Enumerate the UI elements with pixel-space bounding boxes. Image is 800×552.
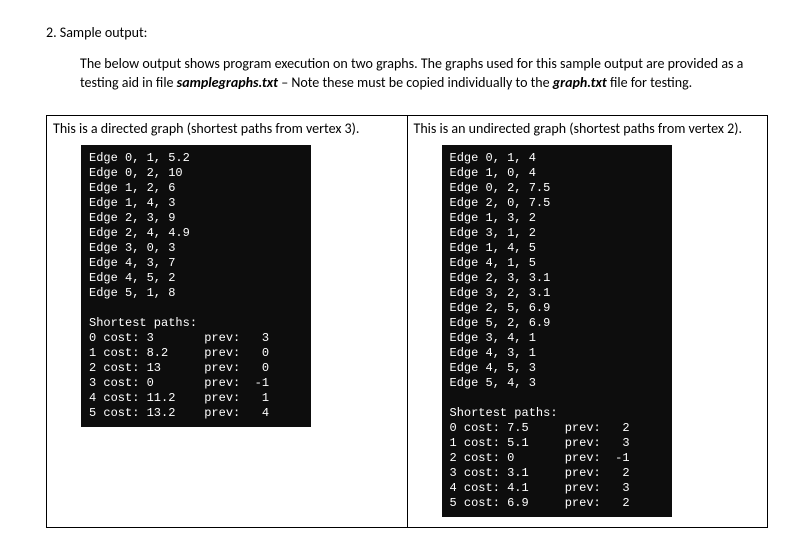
right-terminal: Edge 0, 1, 4 Edge 1, 0, 4 Edge 0, 2, 7.5…	[442, 145, 672, 517]
section-heading: 2. Sample output:	[46, 24, 768, 41]
left-column: This is a directed graph (shortest paths…	[47, 115, 408, 527]
intro-text-2: – Note these must be copied individually…	[278, 74, 553, 91]
intro-paragraph: The below output shows program execution…	[80, 55, 768, 93]
intro-file-1: samplegraphs.txt	[177, 74, 278, 91]
left-caption: This is a directed graph (shortest paths…	[53, 120, 401, 137]
intro-file-2: graph.txt	[553, 74, 607, 91]
output-table: This is a directed graph (shortest paths…	[46, 115, 768, 528]
left-terminal: Edge 0, 1, 5.2 Edge 0, 2, 10 Edge 1, 2, …	[81, 145, 311, 427]
right-caption: This is an undirected graph (shortest pa…	[414, 120, 762, 137]
right-column: This is an undirected graph (shortest pa…	[407, 115, 768, 527]
intro-text-3: file for testing.	[607, 74, 692, 91]
